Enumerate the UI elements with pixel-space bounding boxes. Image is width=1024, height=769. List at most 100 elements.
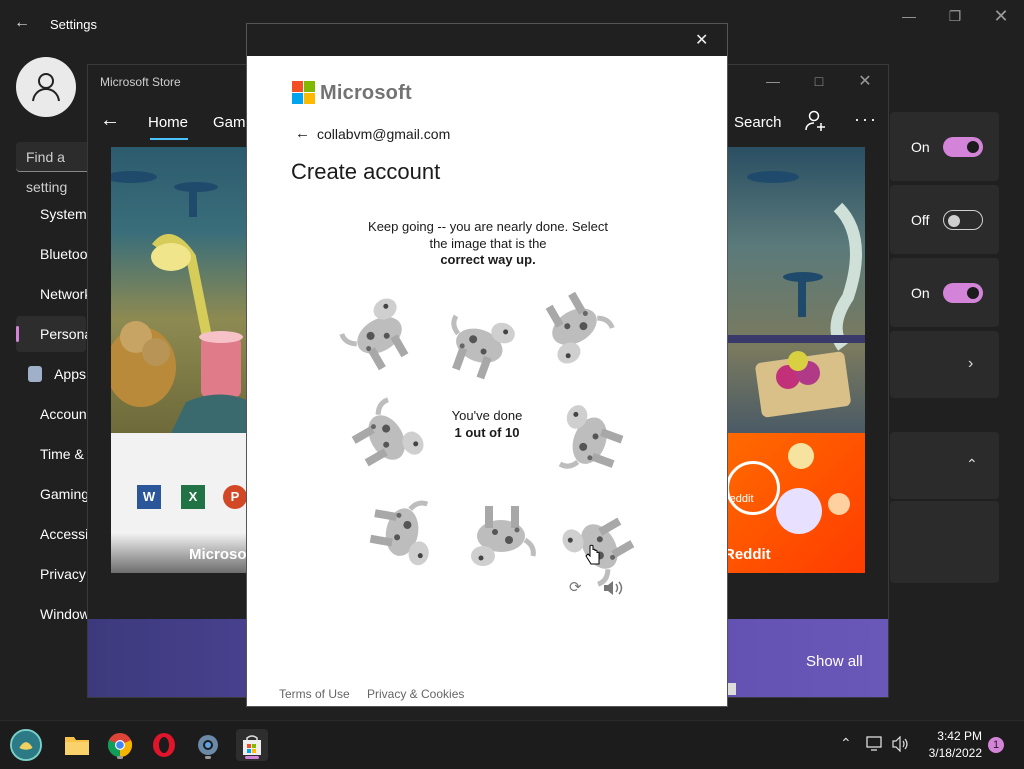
opera-icon[interactable] <box>148 729 180 761</box>
sidebar-item-3[interactable]: Personalization <box>16 316 136 352</box>
sidebar-item-label: Gaming <box>40 486 90 502</box>
sidebar-item-6[interactable]: Time & language <box>16 436 145 472</box>
apps-icon <box>28 366 43 382</box>
volume-icon[interactable] <box>892 735 910 757</box>
toggle-state-label: Off <box>911 212 930 228</box>
captcha-image-option[interactable] <box>545 394 625 484</box>
running-indicator <box>117 756 123 759</box>
store-title: Microsoft Store <box>100 75 181 89</box>
toggle-switch[interactable] <box>943 283 983 303</box>
privacy-cookies-link[interactable]: Privacy & Cookies <box>367 687 464 701</box>
sidebar-item-0[interactable]: System <box>16 196 87 232</box>
selected-indicator <box>16 326 19 342</box>
back-arrow-icon[interactable]: ← <box>14 14 30 32</box>
captcha-image-option[interactable] <box>461 496 541 586</box>
captcha-progress-label: You've done <box>451 408 523 423</box>
add-account-icon[interactable] <box>804 109 828 138</box>
clock-time[interactable]: 3:42 PM <box>918 729 982 743</box>
sidebar-item-10[interactable]: Windows Update <box>16 596 146 632</box>
chevron-right-icon: › <box>968 355 974 372</box>
reddit-logo-text: reddit <box>728 493 754 505</box>
taskbar: ⌃ 3:42 PM 3/18/2022 1 <box>0 720 1024 769</box>
store-icon[interactable] <box>236 729 268 761</box>
sidebar-item-7[interactable]: Gaming <box>16 476 90 512</box>
avatar[interactable] <box>16 57 76 117</box>
tab-home-indicator <box>150 138 188 140</box>
page-title: Create account <box>291 159 441 184</box>
excel-icon: X <box>181 485 205 509</box>
search-button[interactable]: Search <box>734 114 782 131</box>
refresh-icon[interactable]: ⟳ <box>569 578 582 596</box>
settings-title: Settings <box>50 17 97 32</box>
sidebar-item-4[interactable]: Apps <box>16 356 86 392</box>
account-email: collabvm@gmail.com <box>317 126 451 142</box>
sticker-2 <box>828 493 850 515</box>
chevron-up-icon: ⌃ <box>966 456 978 472</box>
reddit-logo-icon <box>728 461 780 515</box>
toggle-state-label: On <box>911 139 930 155</box>
clock-date[interactable]: 3/18/2022 <box>918 746 982 760</box>
show-hidden-icons-icon[interactable]: ⌃ <box>840 735 852 752</box>
captcha-image-option[interactable] <box>441 296 521 386</box>
dialog-titlebar: ✕ <box>247 24 727 56</box>
tile-reddit[interactable]: reddit Reddit <box>728 433 865 573</box>
hero-image-left[interactable] <box>105 147 251 433</box>
running-indicator <box>205 756 211 759</box>
sidebar-item-8[interactable]: Accessibility <box>16 516 116 552</box>
terms-of-use-link[interactable]: Terms of Use <box>279 687 350 701</box>
sidebar-item-label: Apps <box>54 366 86 382</box>
tab-home[interactable]: Home <box>148 114 188 131</box>
more-options-icon[interactable]: ··· <box>854 109 878 130</box>
sidebar-item-label: System <box>40 206 87 222</box>
captcha-image-option[interactable] <box>351 390 431 480</box>
toggle-knob <box>967 287 979 299</box>
captcha-image-option[interactable] <box>337 286 417 376</box>
tile-reddit-label: Reddit <box>728 546 771 563</box>
file-explorer-icon[interactable] <box>61 729 93 761</box>
hero-illustration-left <box>105 171 251 433</box>
toggle-knob <box>967 141 979 153</box>
close-button[interactable]: ✕ <box>978 0 1024 32</box>
restore-button[interactable]: ❐ <box>932 0 978 32</box>
captcha-progress-count: 1 out of 10 <box>454 425 520 440</box>
microsoft-brand: Microsoft <box>320 82 412 104</box>
hand-cursor-icon <box>585 544 601 571</box>
sidebar-item-1[interactable]: Bluetooth & devices <box>16 236 164 272</box>
notification-badge[interactable]: 1 <box>988 737 1004 753</box>
word-icon: W <box>137 485 161 509</box>
powerpoint-icon: P <box>223 485 247 509</box>
minimize-button[interactable]: — <box>886 0 932 32</box>
hero-image-right[interactable] <box>728 147 865 433</box>
microsoft-logo-icon <box>292 81 315 109</box>
start-icon[interactable] <box>10 729 42 761</box>
toggle-switch[interactable] <box>943 210 983 230</box>
store-minimize-button[interactable]: — <box>750 65 796 97</box>
captcha-image-option[interactable] <box>367 488 447 578</box>
sidebar-item-9[interactable]: Privacy & security <box>16 556 151 592</box>
captcha-image-option[interactable] <box>537 286 617 376</box>
network-icon[interactable] <box>866 736 884 757</box>
store-maximize-button[interactable]: □ <box>796 65 842 97</box>
sidebar-item-2[interactable]: Network & internet <box>16 276 155 312</box>
dialog-close-button[interactable]: ✕ <box>695 30 708 50</box>
captcha-instruction: Keep going -- you are nearly done. Selec… <box>368 219 608 251</box>
sidebar-item-5[interactable]: Accounts <box>16 396 98 432</box>
show-all-link[interactable]: Show all <box>806 653 863 670</box>
settings-icon[interactable] <box>192 729 224 761</box>
settings-card-4[interactable] <box>890 331 999 398</box>
sticker-people <box>776 488 822 534</box>
store-back-icon[interactable]: ← <box>100 109 120 132</box>
back-arrow-icon[interactable]: ← <box>295 125 310 142</box>
audio-icon[interactable] <box>603 580 623 601</box>
sticker-1 <box>788 443 814 469</box>
captcha-panel: Keep going -- you are nearly done. Selec… <box>337 198 639 604</box>
settings-card-5[interactable] <box>890 432 999 499</box>
chrome-icon[interactable] <box>104 729 136 761</box>
active-indicator <box>245 756 259 759</box>
hero-illustration-right <box>728 171 865 418</box>
store-close-button[interactable]: ✕ <box>842 65 888 97</box>
user-icon <box>32 73 60 102</box>
scroll-thumb[interactable] <box>728 683 736 695</box>
tile-microsoft-365[interactable]: W X P Microsoft 365 <box>111 433 286 573</box>
toggle-switch[interactable] <box>943 137 983 157</box>
